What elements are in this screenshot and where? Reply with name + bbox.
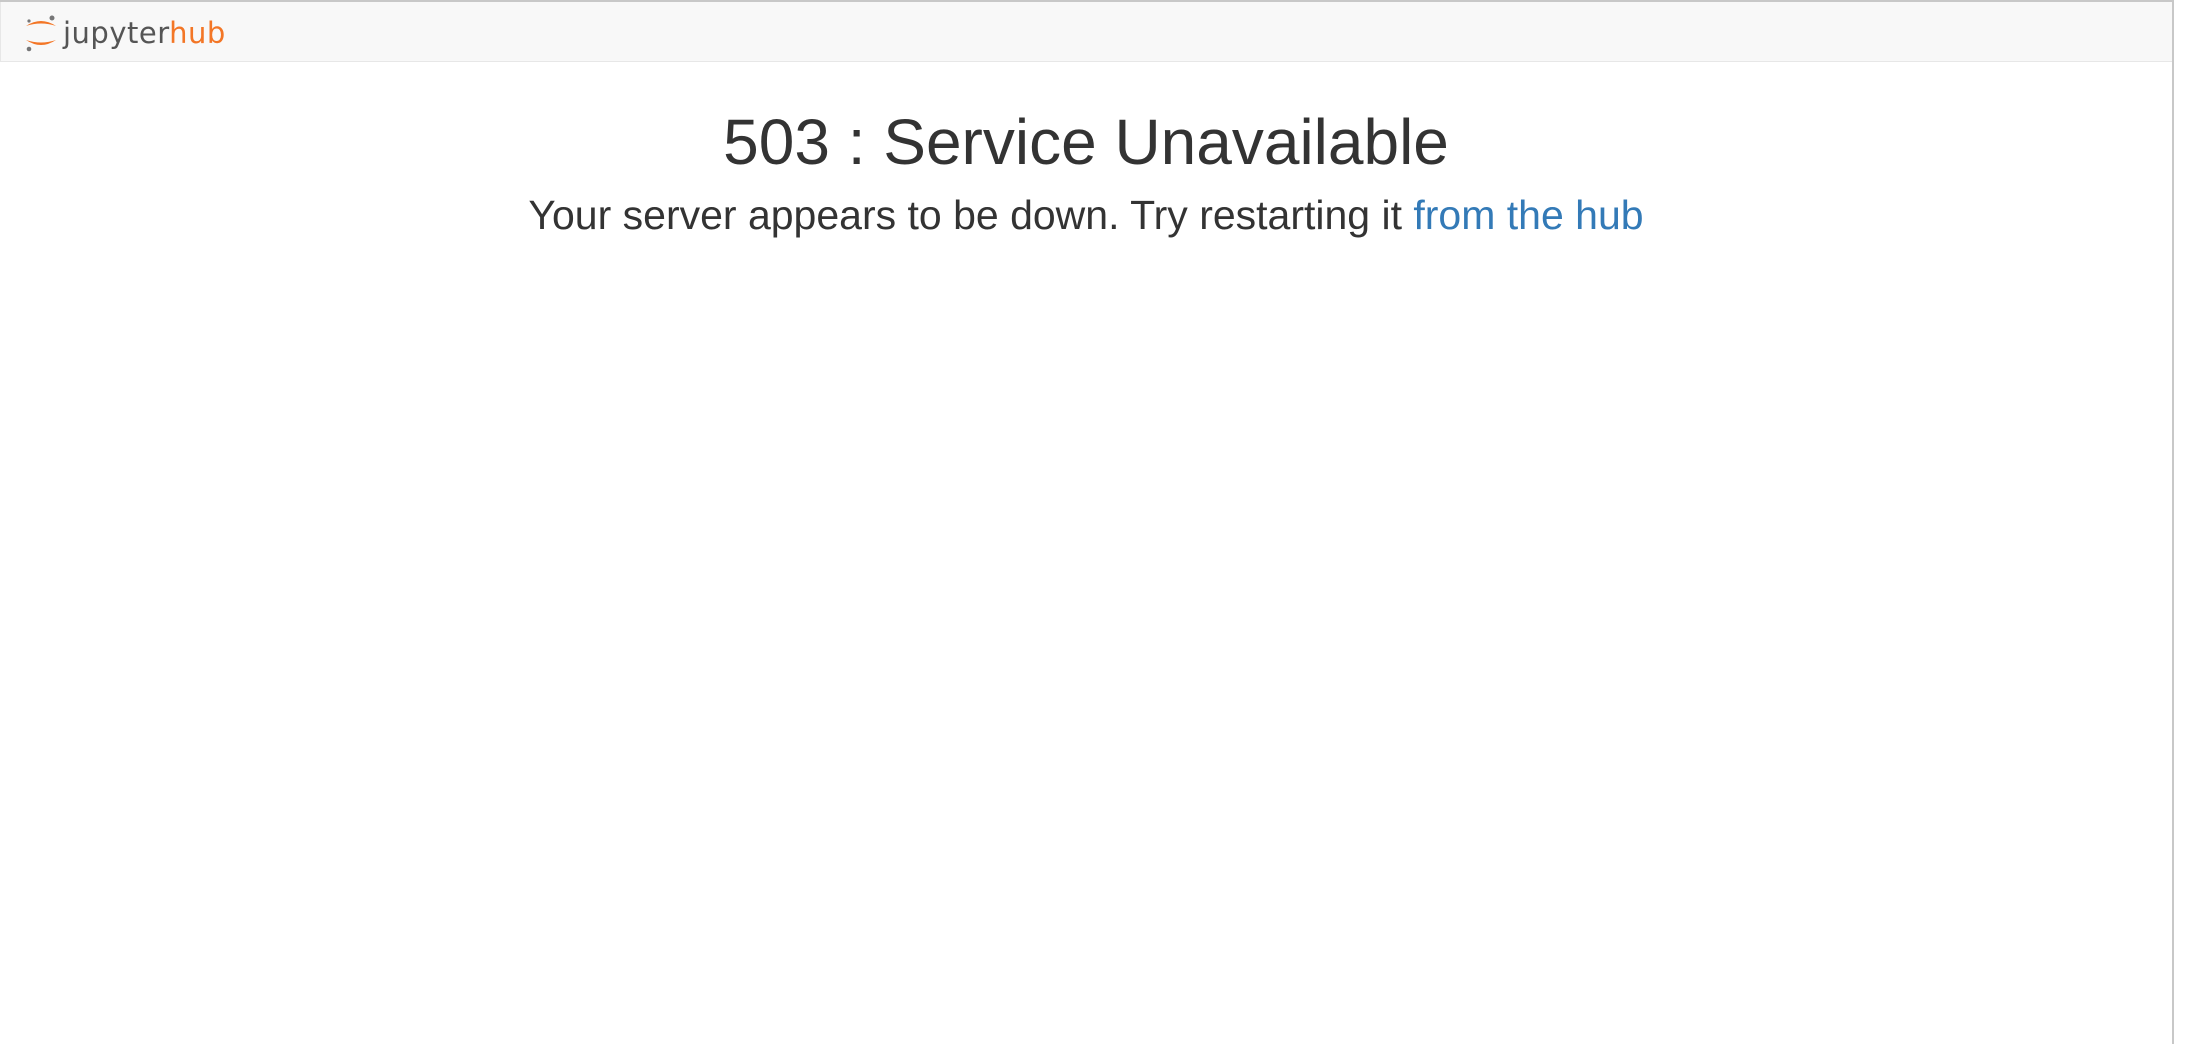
error-message: Your server appears to be down. Try rest…: [0, 189, 2172, 241]
logo-text-hub: hub: [169, 16, 226, 50]
jupyter-logo-icon: [21, 12, 61, 54]
error-title: 503 : Service Unavailable: [723, 106, 1449, 178]
page: jupyterhub 503 : Service Unavailable You…: [0, 0, 2185, 1044]
error-message-text: Your server appears to be down. Try rest…: [528, 192, 1414, 238]
header-navbar: jupyterhub: [0, 2, 2174, 62]
from-the-hub-link[interactable]: from the hub: [1413, 192, 1643, 238]
window-right-border: [2172, 0, 2185, 1044]
jupyterhub-logo[interactable]: jupyterhub: [21, 12, 226, 54]
logo-text-jupyter: jupyter: [63, 16, 170, 50]
logo-text: jupyterhub: [63, 12, 226, 54]
error-content: 503 : Service Unavailable Your server ap…: [0, 62, 2172, 241]
